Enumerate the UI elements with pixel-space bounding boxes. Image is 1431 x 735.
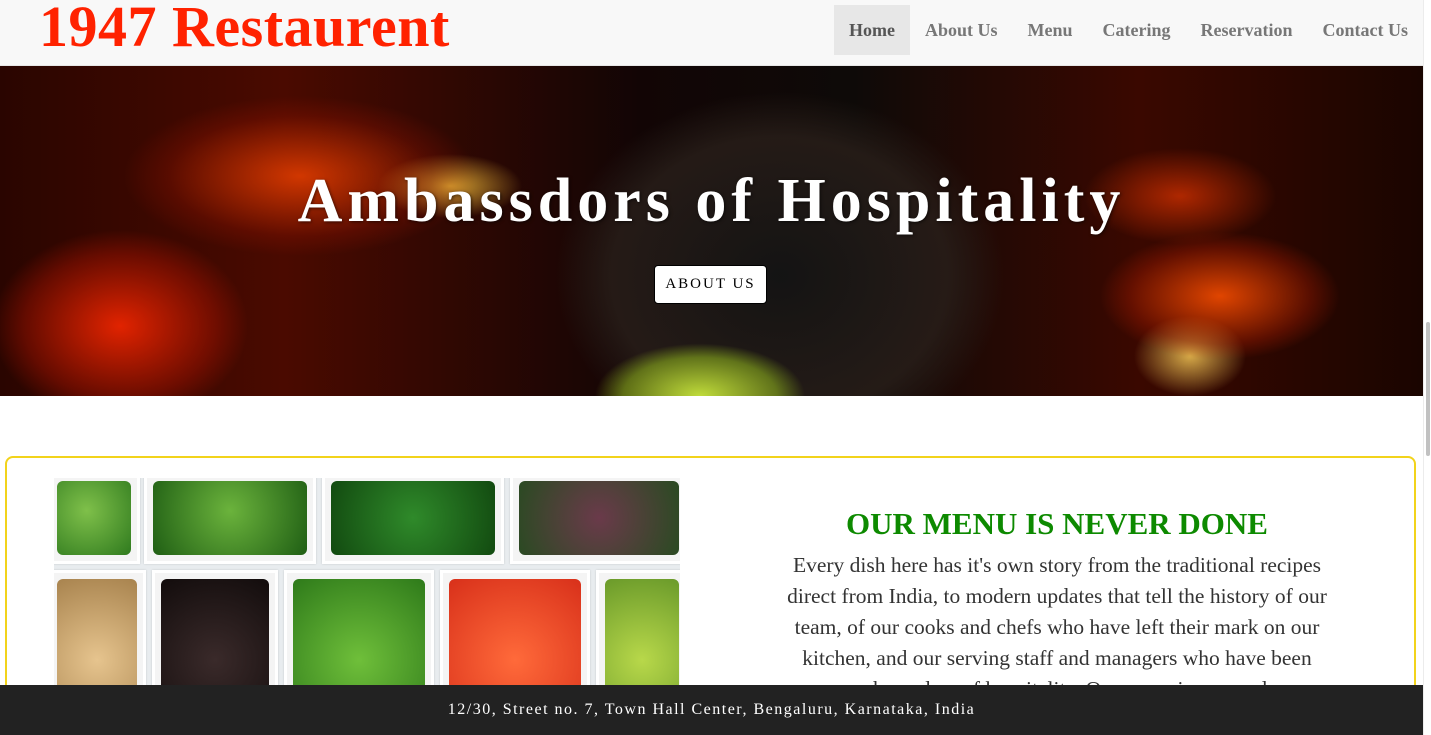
scrollbar-thumb[interactable] [1426,322,1430,456]
page-scrollbar[interactable] [1423,0,1431,735]
site-header: 1947 Restaurent Home About Us Menu Cater… [0,0,1423,66]
about-us-button[interactable]: ABOUT US [654,265,767,304]
footer-address: 12/30, Street no. 7, Town Hall Center, B… [447,701,976,718]
hero-banner: Ambassdors of Hospitality ABOUT US [0,66,1423,396]
nav-item-reservation[interactable]: Reservation [1186,5,1308,55]
nav-item-about-us[interactable]: About Us [910,5,1013,55]
nav-item-catering[interactable]: Catering [1088,5,1186,55]
hero-title: Ambassdors of Hospitality [297,167,1126,235]
nav-item-home[interactable]: Home [834,5,910,55]
footer-bar: 12/30, Street no. 7, Town Hall Center, B… [0,685,1423,735]
nav-item-contact-us[interactable]: Contact Us [1308,5,1424,55]
menu-heading: OUR MENU IS NEVER DONE [846,506,1268,541]
menu-description: Every dish here has it's own story from … [787,553,1327,701]
nav-item-menu[interactable]: Menu [1013,5,1088,55]
main-nav: Home About Us Menu Catering Reservation … [834,5,1423,55]
brand-logo[interactable]: 1947 Restaurent [39,0,450,60]
